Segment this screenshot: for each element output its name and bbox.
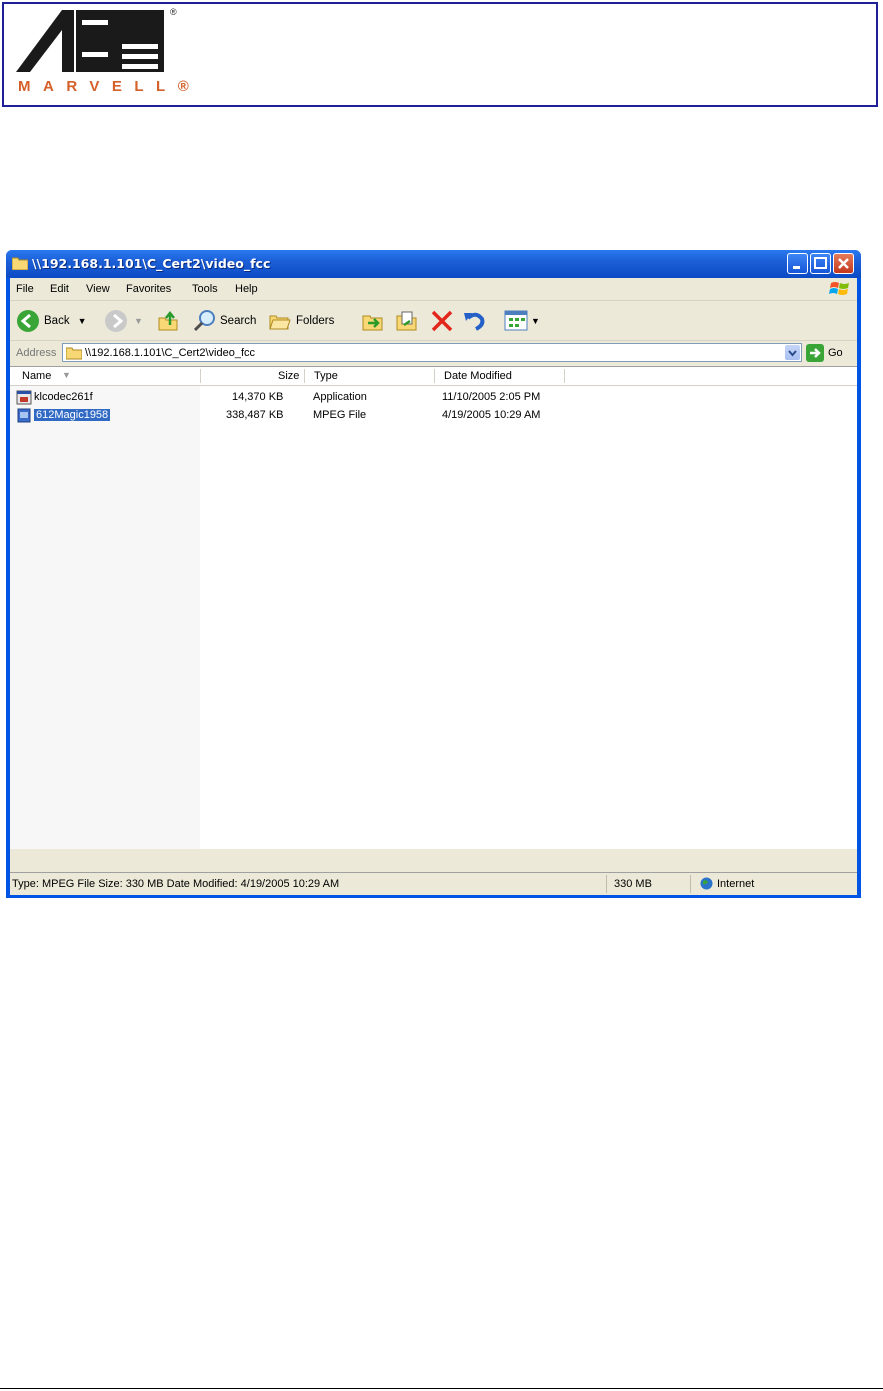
file-name: klcodec261f	[34, 391, 93, 403]
forward-icon	[105, 310, 127, 332]
menu-edit[interactable]: Edit	[50, 283, 69, 295]
file-type: Application	[313, 391, 367, 403]
minimize-button[interactable]	[787, 253, 808, 274]
column-header: Name ▼ Size Type Date Modified	[10, 367, 857, 386]
address-input[interactable]: \\192.168.1.101\C_Cert2\video_fcc	[62, 343, 802, 362]
back-button[interactable]: Back ▼	[16, 302, 87, 340]
folder-icon	[66, 347, 82, 360]
marvell-logo	[16, 10, 164, 72]
file-name-selected: 612Magic1958	[34, 409, 111, 421]
folders-label: Folders	[296, 315, 335, 327]
forward-dropdown-icon[interactable]: ▼	[134, 316, 143, 326]
status-zone: Internet	[717, 878, 755, 890]
go-label: Go	[828, 347, 843, 359]
delete-icon	[431, 310, 453, 332]
file-date: 4/19/2005 10:29 AM	[442, 409, 541, 421]
marvell-wordmark: MARVELL®	[18, 78, 202, 95]
registered-mark: ®	[170, 7, 177, 17]
explorer-window: \\192.168.1.101\C_Cert2\video_fcc File E…	[6, 250, 861, 898]
file-row[interactable]: klcodec261f 14,370 KB Application 11/10/…	[10, 389, 857, 407]
menu-bar: File Edit View Favorites Tools Help	[10, 278, 857, 301]
file-type: MPEG File	[313, 409, 367, 421]
address-bar: Address \\192.168.1.101\C_Cert2\video_fc…	[10, 341, 857, 365]
menu-view[interactable]: View	[86, 283, 110, 295]
up-folder-icon	[158, 310, 178, 331]
delete-button[interactable]	[430, 302, 454, 340]
status-info: Type: MPEG File Size: 330 MB Date Modifi…	[12, 878, 340, 890]
title-bar[interactable]: \\192.168.1.101\C_Cert2\video_fcc	[6, 250, 861, 278]
up-folder-button[interactable]	[156, 302, 180, 340]
file-size: 338,487 KB	[226, 409, 284, 421]
internet-icon	[700, 877, 713, 890]
file-row[interactable]: 612Magic1958 338,487 KB MPEG File 4/19/2…	[10, 407, 857, 425]
views-button[interactable]: ▼	[504, 302, 540, 340]
move-to-button[interactable]	[360, 302, 386, 340]
column-size[interactable]: Size	[278, 370, 299, 382]
chevron-down-icon	[788, 350, 797, 357]
minimize-icon	[793, 266, 800, 269]
status-size: 330 MB	[614, 878, 652, 890]
mpeg-file-icon	[17, 408, 31, 423]
maximize-icon	[814, 257, 827, 269]
back-label: Back	[44, 315, 70, 327]
address-value: \\192.168.1.101\C_Cert2\video_fcc	[85, 347, 256, 359]
column-name[interactable]: Name	[22, 370, 51, 382]
application-icon	[16, 390, 32, 405]
sorted-column-shade	[10, 386, 200, 849]
window-title: \\192.168.1.101\C_Cert2\video_fcc	[32, 256, 271, 271]
go-button[interactable]: Go	[806, 344, 843, 362]
folders-icon	[269, 315, 291, 330]
menu-favorites[interactable]: Favorites	[126, 283, 171, 295]
search-label: Search	[220, 315, 257, 327]
forward-button[interactable]: ▼	[104, 302, 143, 340]
window-client: File Edit View Favorites Tools Help Back…	[10, 278, 857, 895]
go-icon	[806, 344, 824, 362]
folders-button[interactable]: Folders	[268, 302, 334, 340]
file-date: 11/10/2005 2:05 PM	[442, 391, 541, 403]
back-icon	[17, 310, 39, 332]
views-dropdown-icon[interactable]: ▼	[531, 316, 540, 326]
toolbar: Back ▼ ▼ Search Folders ▼	[10, 302, 857, 341]
copy-to-button[interactable]	[394, 302, 420, 340]
menu-help[interactable]: Help	[235, 283, 258, 295]
search-icon	[193, 310, 215, 332]
column-type[interactable]: Type	[314, 370, 338, 382]
back-dropdown-icon[interactable]: ▼	[78, 316, 87, 326]
views-icon	[504, 310, 528, 331]
file-list: Name ▼ Size Type Date Modified klcodec26…	[10, 366, 857, 849]
copy-to-icon	[396, 311, 417, 331]
address-dropdown-button[interactable]	[785, 345, 800, 360]
close-button[interactable]	[833, 253, 854, 274]
move-to-icon	[362, 315, 383, 331]
windows-flag-icon	[829, 282, 849, 295]
menu-tools[interactable]: Tools	[192, 283, 218, 295]
column-date-modified[interactable]: Date Modified	[444, 370, 512, 382]
folder-icon	[12, 257, 28, 270]
maximize-button[interactable]	[810, 253, 831, 274]
sort-arrow-icon: ▼	[62, 370, 71, 380]
menu-file[interactable]: File	[16, 283, 34, 295]
address-label: Address	[16, 347, 57, 359]
undo-button[interactable]	[462, 302, 488, 340]
status-bar: Type: MPEG File Size: 330 MB Date Modifi…	[10, 872, 857, 895]
footer-rule	[0, 1388, 883, 1389]
undo-icon	[464, 312, 485, 331]
file-size: 14,370 KB	[232, 391, 284, 403]
header-box: MARVELL® ®	[2, 2, 878, 107]
close-icon	[838, 258, 849, 269]
search-button[interactable]: Search	[192, 302, 256, 340]
